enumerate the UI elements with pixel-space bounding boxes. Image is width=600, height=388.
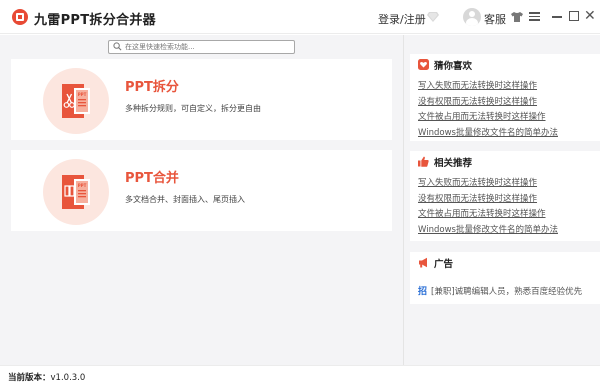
app-logo-icon xyxy=(12,9,28,25)
ppt-split-title: PPT拆分 xyxy=(125,80,179,95)
ad-panel: 广告 招 [兼职]诚聘编辑人员，熟悉百度经验优先 xyxy=(410,252,600,304)
heart-icon xyxy=(418,59,429,70)
recommend-link-list: 写入失败而无法转换时这样操作 没有权限而无法转换时这样操作 文件被占用而无法转换… xyxy=(418,176,558,238)
vip-diamond-icon[interactable] xyxy=(427,11,439,23)
ppt-split-card[interactable]: PPT PPT拆分 多种拆分规则，可自定义，拆分更自由 xyxy=(11,59,392,140)
ppt-merge-card[interactable]: PPT PPT合并 多文档合并、封面插入、尾页插入 xyxy=(11,150,392,231)
skin-shirt-icon[interactable] xyxy=(511,12,523,22)
ad-title: 广告 xyxy=(434,259,454,270)
recommend-link-item[interactable]: Windows批量修改文件名的简单办法 xyxy=(418,223,558,239)
search-box[interactable] xyxy=(108,40,295,54)
main-panel: PPT PPT拆分 多种拆分规则，可自定义，拆分更自由 PPT xyxy=(0,35,403,365)
ppt-split-icon-circle: PPT xyxy=(43,68,109,134)
svg-text:PPT: PPT xyxy=(78,92,87,97)
recommend-link-item[interactable]: 没有权限而无法转换时这样操作 xyxy=(418,192,558,208)
ppt-merge-title: PPT合并 xyxy=(125,171,179,186)
guess-link-item[interactable]: 文件被占用而无法转换时这样操作 xyxy=(418,110,558,126)
version-label: 当前版本： xyxy=(8,373,51,383)
svg-text:PPT: PPT xyxy=(78,183,87,188)
title-bar: 九雷PPT拆分合并器 登录/注册 客服 ✕ xyxy=(0,0,600,34)
search-icon xyxy=(113,42,122,51)
recommend-link-item[interactable]: 写入失败而无法转换时这样操作 xyxy=(418,176,558,192)
login-register-link[interactable]: 登录/注册 xyxy=(378,11,426,27)
close-icon[interactable]: ✕ xyxy=(584,9,596,23)
version-info: 当前版本：v1.0.3.0 xyxy=(8,371,85,383)
search-input[interactable] xyxy=(125,41,290,53)
megaphone-icon xyxy=(419,257,427,268)
ad-link[interactable]: [兼职]诚聘编辑人员，熟悉百度经验优先 xyxy=(431,285,582,297)
guess-link-item[interactable]: Windows批量修改文件名的简单办法 xyxy=(418,126,558,142)
guess-you-like-panel: 猜你喜欢 写入失败而无法转换时这样操作 没有权限而无法转换时这样操作 文件被占用… xyxy=(410,54,600,141)
guess-link-item[interactable]: 没有权限而无法转换时这样操作 xyxy=(418,95,558,111)
recommend-link-item[interactable]: 文件被占用而无法转换时这样操作 xyxy=(418,207,558,223)
ppt-merge-desc: 多文档合并、封面插入、尾页插入 xyxy=(125,195,245,204)
related-recommend-title: 相关推荐 xyxy=(434,158,473,169)
menu-icon[interactable] xyxy=(529,12,540,21)
minimize-icon[interactable] xyxy=(552,16,562,18)
ppt-merge-icon: PPT xyxy=(62,175,90,209)
ppt-split-icon: PPT xyxy=(62,84,90,118)
guess-you-like-title: 猜你喜欢 xyxy=(434,61,473,72)
related-recommend-panel: 相关推荐 写入失败而无法转换时这样操作 没有权限而无法转换时这样操作 文件被占用… xyxy=(410,151,600,241)
app-title: 九雷PPT拆分合并器 xyxy=(34,13,156,28)
ppt-split-desc: 多种拆分规则，可自定义，拆分更自由 xyxy=(125,104,261,113)
status-bar: 当前版本：v1.0.3.0 xyxy=(0,365,600,388)
customer-service-link[interactable]: 客服 xyxy=(484,11,506,27)
thumbs-up-icon xyxy=(418,156,429,167)
guess-link-list: 写入失败而无法转换时这样操作 没有权限而无法转换时这样操作 文件被占用而无法转换… xyxy=(418,79,558,141)
ppt-merge-icon-circle: PPT xyxy=(43,159,109,225)
recruit-badge: 招 xyxy=(418,287,428,297)
guess-link-item[interactable]: 写入失败而无法转换时这样操作 xyxy=(418,79,558,95)
maximize-icon[interactable] xyxy=(569,11,579,21)
right-sidebar: 猜你喜欢 写入失败而无法转换时这样操作 没有权限而无法转换时这样操作 文件被占用… xyxy=(403,35,600,365)
version-value: v1.0.3.0 xyxy=(50,373,86,383)
avatar[interactable] xyxy=(463,8,481,26)
